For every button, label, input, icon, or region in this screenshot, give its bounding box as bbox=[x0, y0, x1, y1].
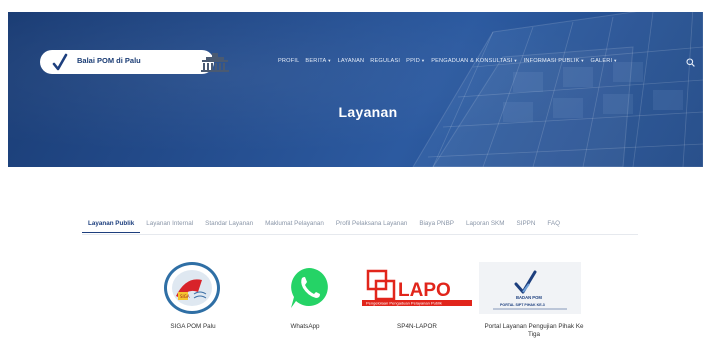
nav-item[interactable]: INFORMASI PUBLIK▼ bbox=[524, 58, 585, 64]
hero-glow bbox=[8, 12, 703, 167]
lapor-logo: LAPO Pengelolaan Pengaduan Pelayanan Pub… bbox=[362, 262, 472, 314]
nav-item[interactable]: REGULASI bbox=[370, 58, 400, 64]
tab[interactable]: Layanan Publik bbox=[82, 217, 141, 233]
caret-down-icon: ▼ bbox=[580, 58, 585, 63]
page-title: Layanan bbox=[338, 104, 398, 120]
lapor-wordmark: LAPO bbox=[398, 280, 451, 301]
tab[interactable]: Biaya PNBP bbox=[413, 217, 460, 233]
nav-label: LAYANAN bbox=[337, 58, 365, 64]
tab[interactable]: Laporan SKM bbox=[460, 217, 511, 233]
nav-item[interactable]: PENGADUAN & KONSULTASI▼ bbox=[431, 58, 517, 64]
tab[interactable]: SIPPN bbox=[511, 217, 542, 233]
service-card-siga[interactable]: SIGA SIGA POM Palu bbox=[138, 262, 248, 340]
tab[interactable]: Profil Pelaksana Layanan bbox=[330, 217, 413, 233]
nav-label: PENGADUAN & KONSULTASI bbox=[431, 58, 513, 64]
tab[interactable]: Layanan Internal bbox=[140, 217, 199, 233]
svg-text:SIGA: SIGA bbox=[180, 294, 190, 299]
caret-down-icon: ▼ bbox=[613, 58, 618, 63]
main-nav: PROFIL BERITA▼ LAYANAN REGULASI PPID▼ PENGADU… bbox=[278, 58, 617, 64]
badan-pom-logo: BADAN POM PORTAL SIPT PIHAK KE-3 bbox=[479, 262, 589, 314]
nav-label: PPID bbox=[406, 58, 421, 64]
whatsapp-logo bbox=[250, 262, 360, 314]
hero-banner: Balai POM di Palu PROFIL BERITA▼ LAYANAN RE… bbox=[8, 12, 703, 167]
service-card-lapor[interactable]: LAPO Pengelolaan Pengaduan Pelayanan Pub… bbox=[362, 262, 472, 340]
portal-text: PORTAL SIPT PIHAK KE-3 bbox=[500, 303, 545, 307]
search-icon[interactable] bbox=[686, 58, 695, 67]
tab[interactable]: Standar Layanan bbox=[199, 217, 259, 233]
nav-label: PROFIL bbox=[278, 58, 300, 64]
caret-down-icon: ▼ bbox=[421, 58, 426, 63]
tab[interactable]: Maklumat Pelayanan bbox=[259, 217, 330, 233]
building-logo-icon bbox=[201, 53, 229, 72]
tabs-divider bbox=[82, 234, 638, 235]
nav-label: BERITA bbox=[305, 58, 327, 64]
nav-item[interactable]: PROFIL bbox=[278, 58, 299, 64]
service-tabs: Layanan Publik Layanan Internal Standar La… bbox=[82, 217, 566, 233]
nav-label: INFORMASI PUBLIK bbox=[523, 58, 580, 64]
service-label: Portal Layanan Pengujian Pihak Ke Tiga bbox=[484, 323, 584, 338]
nav-item[interactable]: LAYANAN bbox=[338, 58, 365, 64]
service-label: WhatsApp bbox=[290, 323, 320, 330]
tab[interactable]: FAQ bbox=[541, 217, 566, 233]
service-card-whatsapp[interactable]: WhatsApp bbox=[250, 262, 360, 340]
nav-label: REGULASI bbox=[370, 58, 401, 64]
nav-item[interactable]: GALERI▼ bbox=[591, 58, 618, 64]
caret-down-icon: ▼ bbox=[327, 58, 332, 63]
service-card-pihak-ketiga[interactable]: BADAN POM PORTAL SIPT PIHAK KE-3 Portal … bbox=[479, 262, 589, 340]
nav-label: GALERI bbox=[590, 58, 613, 64]
nav-item[interactable]: PPID▼ bbox=[406, 58, 425, 64]
lapor-subtext: Pengelolaan Pengaduan Pelayanan Publik bbox=[366, 301, 442, 306]
siga-logo: SIGA bbox=[138, 262, 248, 314]
logo-text: Balai POM di Palu bbox=[77, 56, 141, 65]
badan-pom-text: BADAN POM bbox=[516, 295, 542, 300]
check-logo-icon bbox=[52, 53, 68, 71]
service-label: SP4N-LAPOR bbox=[397, 323, 437, 330]
page: Balai POM di Palu PROFIL BERITA▼ LAYANAN RE… bbox=[0, 0, 705, 340]
service-label: SIGA POM Palu bbox=[170, 323, 216, 330]
whatsapp-icon bbox=[291, 268, 328, 308]
caret-down-icon: ▼ bbox=[513, 58, 518, 63]
nav-item[interactable]: BERITA▼ bbox=[305, 58, 331, 64]
site-logo[interactable]: Balai POM di Palu bbox=[40, 50, 229, 74]
